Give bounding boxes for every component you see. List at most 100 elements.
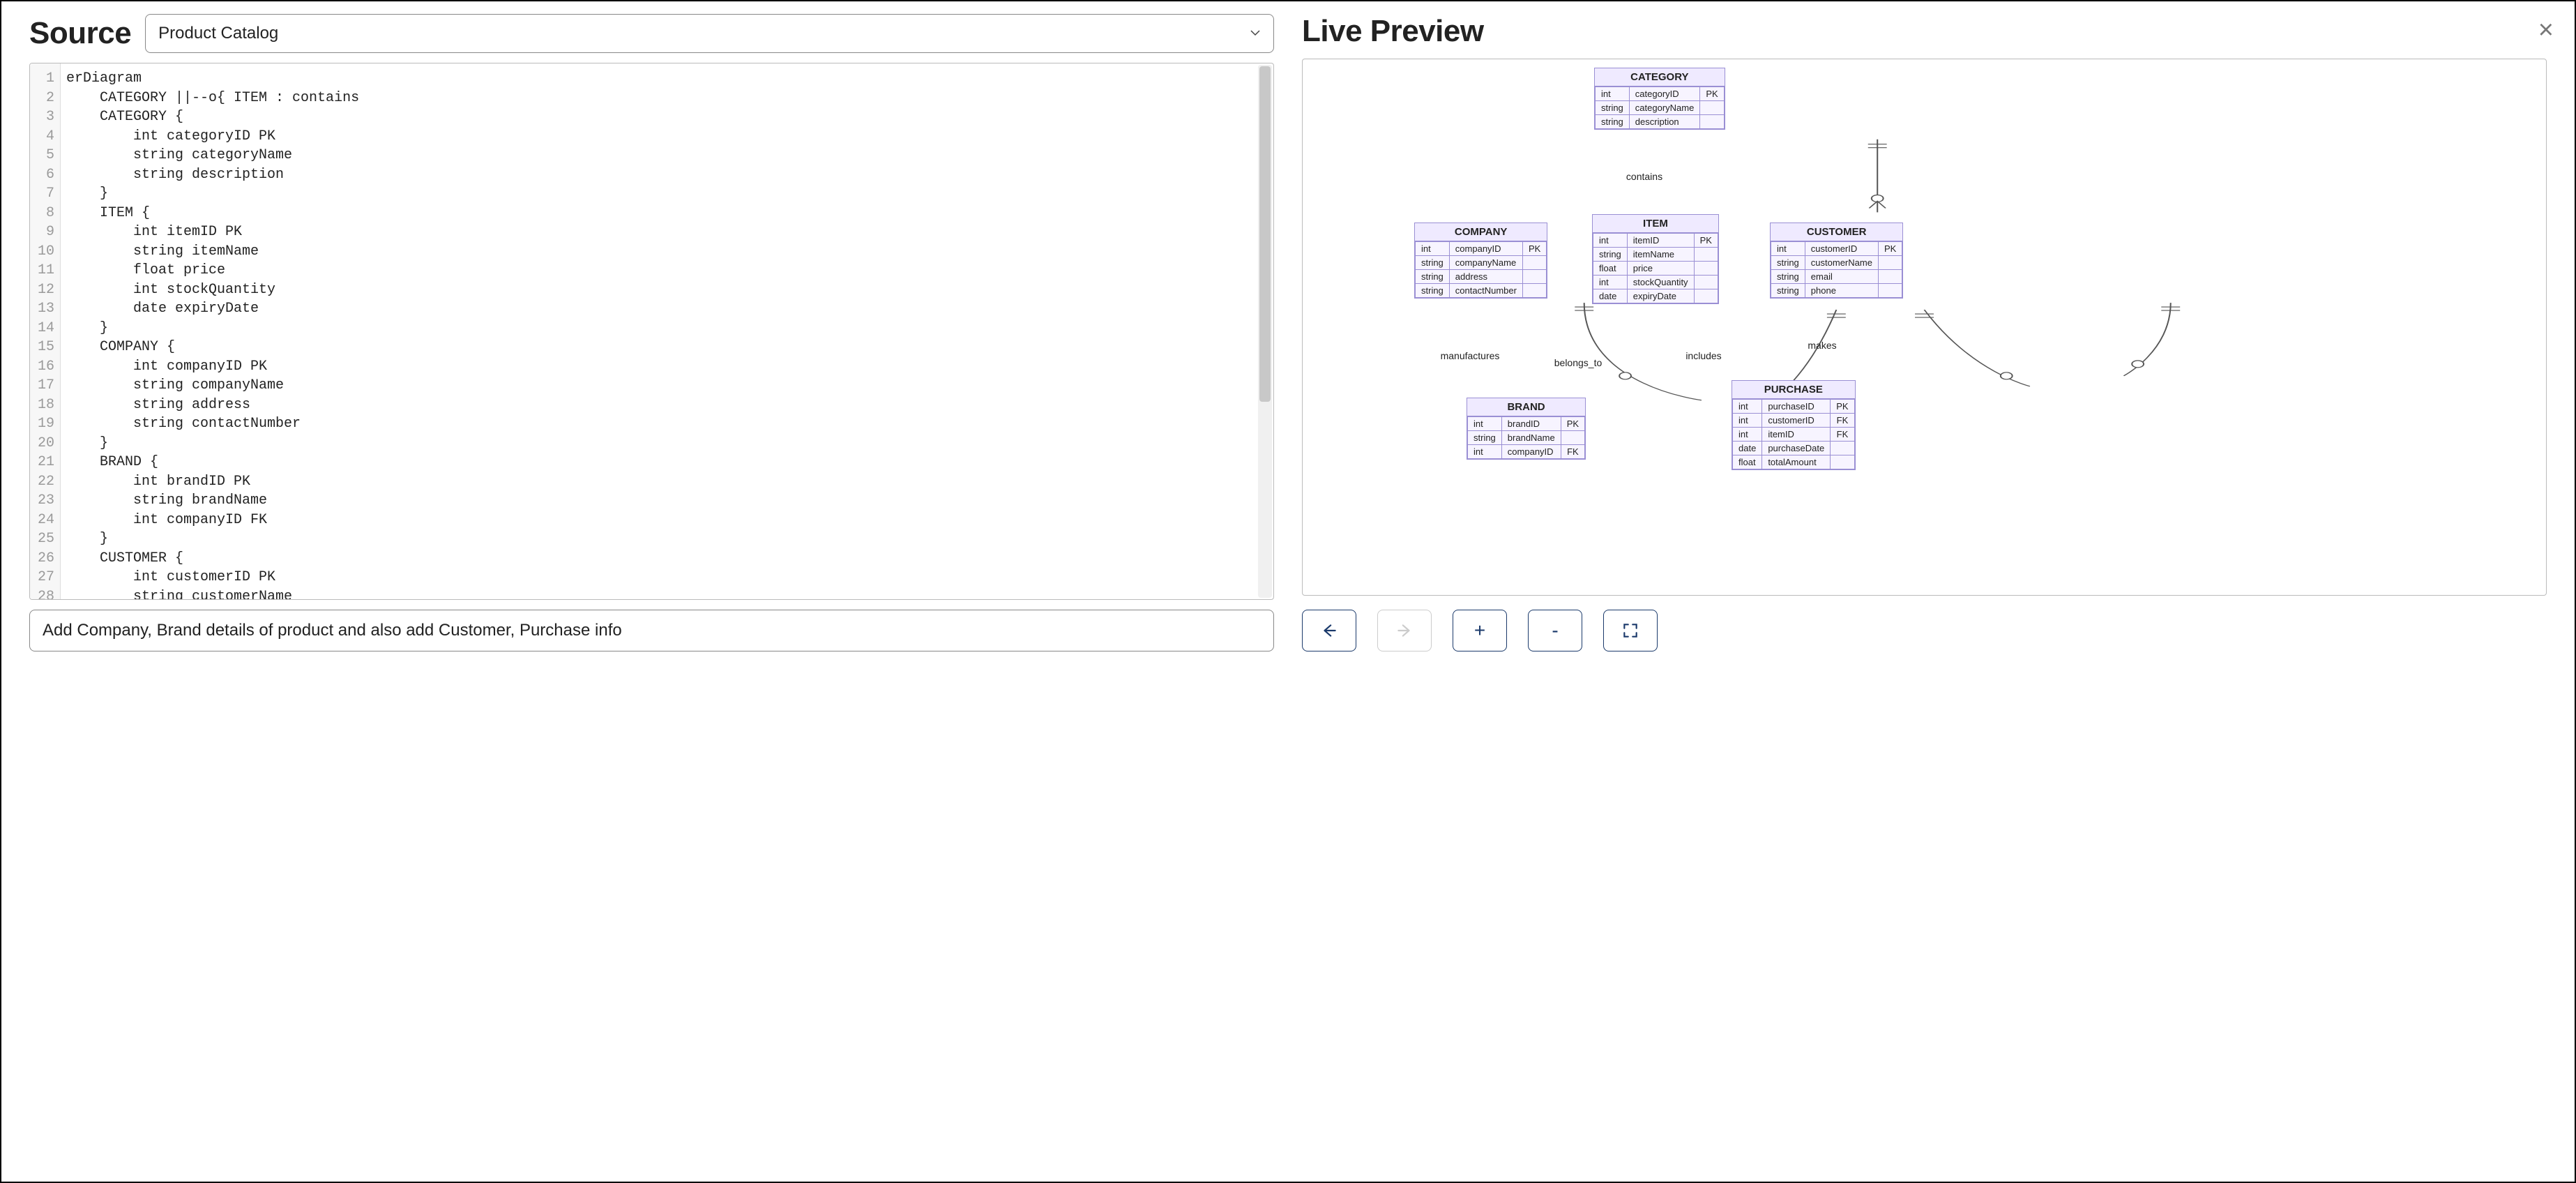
code-line[interactable]: BRAND { (66, 453, 1271, 472)
diagram-select-wrap: Product Catalog (145, 14, 1274, 53)
forward-button[interactable] (1377, 610, 1432, 651)
prompt-area: Add Company, Brand details of product an… (29, 610, 1274, 651)
attr-name: itemID (1762, 428, 1831, 442)
attr-key (1878, 256, 1902, 270)
back-button[interactable] (1302, 610, 1356, 651)
prompt-input[interactable]: Add Company, Brand details of product an… (29, 610, 1274, 651)
code-line[interactable]: string contactNumber (66, 414, 1271, 434)
attr-key: FK (1831, 428, 1854, 442)
preview-header: Live Preview (1302, 14, 2547, 49)
scrollbar-track[interactable] (1258, 65, 1272, 598)
attr-key (1694, 262, 1718, 276)
attr-name: email (1805, 270, 1878, 284)
code-line[interactable]: COMPANY { (66, 338, 1271, 357)
attr-row: intbrandIDPK (1468, 417, 1585, 431)
code-line[interactable]: int categoryID PK (66, 127, 1271, 146)
entity-title: PURCHASE (1732, 381, 1855, 399)
attr-row: stringaddress (1416, 270, 1547, 284)
attr-key: PK (1878, 242, 1902, 256)
code-line[interactable]: } (66, 319, 1271, 338)
code-line[interactable]: date expiryDate (66, 299, 1271, 319)
line-gutter: 1234567891011121314151617181920212223242… (30, 63, 61, 599)
line-number: 11 (33, 261, 54, 280)
attr-row: floatprice (1593, 262, 1718, 276)
line-number: 8 (33, 204, 54, 223)
attr-type: string (1416, 256, 1450, 270)
source-column: Source Product Catalog 12345678910111213… (29, 14, 1274, 600)
attr-row: stringbrandName (1468, 431, 1585, 445)
code-line[interactable]: int customerID PK (66, 568, 1271, 587)
code-line[interactable]: int itemID PK (66, 223, 1271, 242)
line-number: 7 (33, 184, 54, 204)
line-number: 28 (33, 587, 54, 601)
line-number: 20 (33, 434, 54, 453)
code-line[interactable]: int stockQuantity (66, 280, 1271, 300)
code-line[interactable]: string brandName (66, 491, 1271, 511)
entity-title: ITEM (1593, 215, 1718, 233)
diagram-select[interactable]: Product Catalog (145, 14, 1274, 53)
attr-type: string (1596, 115, 1630, 129)
code-line[interactable]: } (66, 529, 1271, 549)
attr-type: string (1593, 248, 1628, 262)
attr-name: customerID (1805, 242, 1878, 256)
code-line[interactable]: CUSTOMER { (66, 549, 1271, 568)
code-line[interactable]: CATEGORY { (66, 107, 1271, 127)
line-number: 26 (33, 549, 54, 568)
scrollbar-thumb[interactable] (1259, 66, 1271, 402)
chevron-down-icon (1250, 24, 1261, 43)
code-line[interactable]: string description (66, 165, 1271, 185)
code-line[interactable]: string address (66, 395, 1271, 415)
attr-type: float (1733, 455, 1762, 469)
attr-key: FK (1831, 414, 1854, 428)
attr-key (1522, 256, 1546, 270)
attr-type: int (1593, 234, 1628, 248)
code-line[interactable]: string categoryName (66, 146, 1271, 165)
main-columns: Source Product Catalog 12345678910111213… (1, 1, 2575, 600)
code-line[interactable]: int companyID PK (66, 357, 1271, 377)
code-line[interactable]: string itemName (66, 242, 1271, 262)
code-line[interactable]: CATEGORY ||--o{ ITEM : contains (66, 89, 1271, 108)
code-line[interactable]: string companyName (66, 376, 1271, 395)
rel-manufactures: manufactures (1441, 350, 1500, 361)
attr-row: dateexpiryDate (1593, 289, 1718, 303)
code-line[interactable]: ITEM { (66, 204, 1271, 223)
zoom-out-button[interactable]: - (1528, 610, 1582, 651)
line-number: 18 (33, 395, 54, 415)
rel-contains: contains (1626, 171, 1662, 182)
attr-name: companyName (1449, 256, 1522, 270)
fullscreen-button[interactable] (1603, 610, 1658, 651)
line-number: 19 (33, 414, 54, 434)
attr-row: stringdescription (1596, 115, 1725, 129)
attr-name: companyID (1501, 445, 1561, 459)
line-number: 6 (33, 165, 54, 185)
attr-type: string (1468, 431, 1502, 445)
zoom-in-button[interactable]: + (1453, 610, 1507, 651)
code-content[interactable]: erDiagram CATEGORY ||--o{ ITEM : contain… (61, 63, 1273, 599)
entity-item: ITEM intitemIDPKstringitemNamefloatprice… (1592, 214, 1719, 304)
code-line[interactable]: } (66, 184, 1271, 204)
entity-attrs: intbrandIDPKstringbrandNameintcompanyIDF… (1467, 416, 1585, 459)
entity-title: COMPANY (1415, 223, 1547, 241)
code-editor[interactable]: 1234567891011121314151617181920212223242… (29, 63, 1274, 600)
entity-category: CATEGORY intcategoryIDPKstringcategoryNa… (1594, 68, 1725, 130)
preview-pane[interactable]: CATEGORY intcategoryIDPKstringcategoryNa… (1302, 59, 2547, 596)
attr-type: string (1771, 284, 1805, 298)
attr-key (1878, 270, 1902, 284)
code-line[interactable]: float price (66, 261, 1271, 280)
code-line[interactable]: int brandID PK (66, 472, 1271, 492)
code-line[interactable]: string customerName (66, 587, 1271, 600)
preview-column: Live Preview (1302, 14, 2547, 596)
attr-row: intitemIDFK (1733, 428, 1855, 442)
code-line[interactable]: int companyID FK (66, 511, 1271, 530)
er-canvas: CATEGORY intcategoryIDPKstringcategoryNa… (1303, 59, 2546, 595)
arrow-right-icon (1395, 621, 1414, 640)
attr-key: PK (1831, 400, 1854, 414)
attr-name: companyID (1449, 242, 1522, 256)
entity-attrs: intcompanyIDPKstringcompanyNamestringadd… (1415, 241, 1547, 298)
code-line[interactable]: erDiagram (66, 69, 1271, 89)
attr-row: stringcustomerName (1771, 256, 1902, 270)
entity-company: COMPANY intcompanyIDPKstringcompanyNames… (1414, 223, 1547, 299)
attr-type: float (1593, 262, 1628, 276)
code-line[interactable]: } (66, 434, 1271, 453)
attr-name: brandID (1501, 417, 1561, 431)
